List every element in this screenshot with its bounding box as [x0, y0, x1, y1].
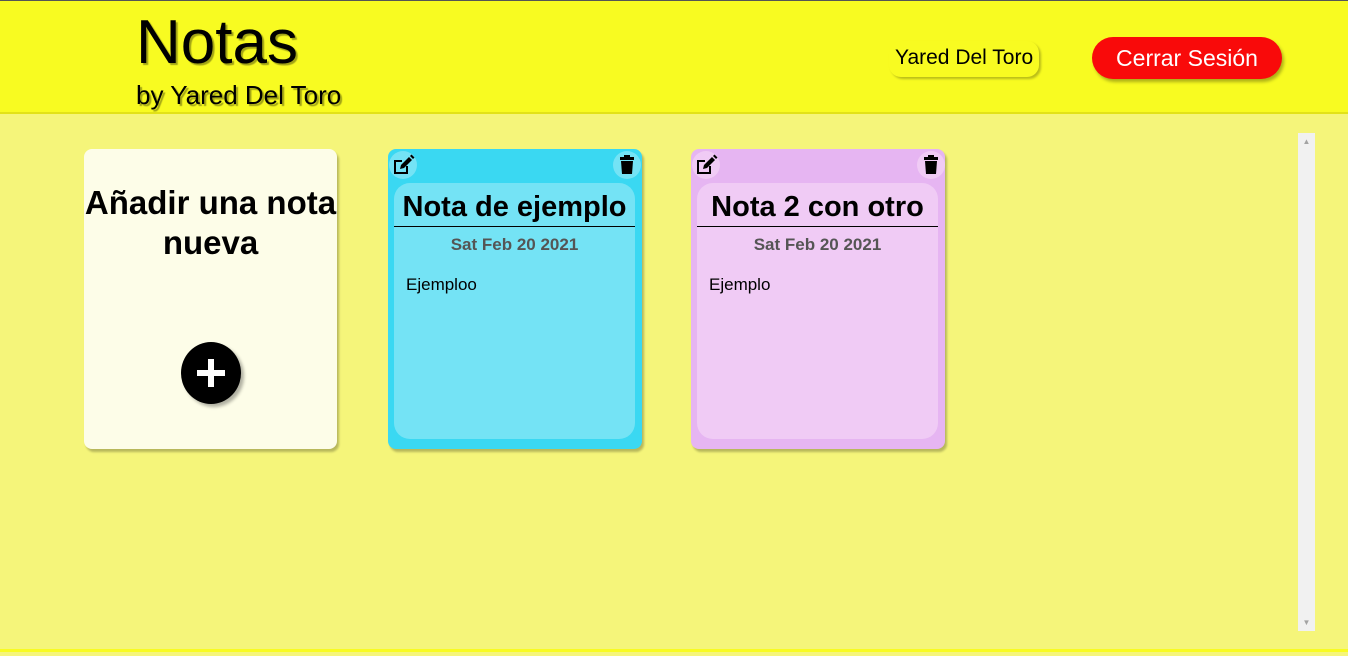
footer-divider [0, 649, 1348, 652]
app-title: Notas [136, 8, 298, 77]
trash-icon [620, 155, 634, 174]
note-title: Nota 2 con otro [711, 191, 924, 223]
trash-icon [924, 155, 938, 174]
note-title: Nota de ejemplo [402, 191, 627, 223]
add-note-card: Añadir una nota nueva [84, 149, 337, 449]
logout-button[interactable]: Cerrar Sesión [1092, 37, 1282, 79]
add-note-title: Añadir una nota nueva [84, 184, 337, 261]
note-body: Ejemploo [406, 275, 477, 294]
vertical-scrollbar[interactable]: ▲ ▼ [1298, 133, 1315, 631]
scroll-up-arrow-icon[interactable]: ▲ [1298, 133, 1315, 150]
edit-note-button[interactable] [389, 151, 417, 179]
note-date: Sat Feb 20 2021 [450, 235, 579, 254]
note-date: Sat Feb 20 2021 [753, 235, 882, 254]
note-content: Nota de ejemplo Sat Feb 20 2021 Ejemploo [394, 183, 635, 439]
note-body: Ejemplo [709, 275, 771, 294]
note-divider [697, 226, 938, 227]
note-card: Nota de ejemplo Sat Feb 20 2021 Ejemploo [388, 149, 642, 449]
app-subtitle: by Yared Del Toro [136, 80, 342, 110]
scroll-down-arrow-icon[interactable]: ▼ [1298, 614, 1315, 631]
edit-note-button[interactable] [692, 151, 720, 179]
plus-icon [197, 359, 225, 387]
edit-icon [697, 154, 718, 174]
note-card: Nota 2 con otro Sat Feb 20 2021 Ejemplo [691, 149, 945, 449]
delete-note-button[interactable] [613, 151, 641, 179]
add-note-button[interactable] [181, 342, 241, 404]
delete-note-button[interactable] [917, 151, 945, 179]
user-name-button[interactable]: Yared Del Toro [889, 41, 1040, 77]
note-divider [394, 226, 635, 227]
edit-icon [394, 154, 415, 174]
note-content: Nota 2 con otro Sat Feb 20 2021 Ejemplo [697, 183, 938, 439]
app-header: Notas by Yared Del Toro Yared Del Toro C… [0, 0, 1348, 114]
